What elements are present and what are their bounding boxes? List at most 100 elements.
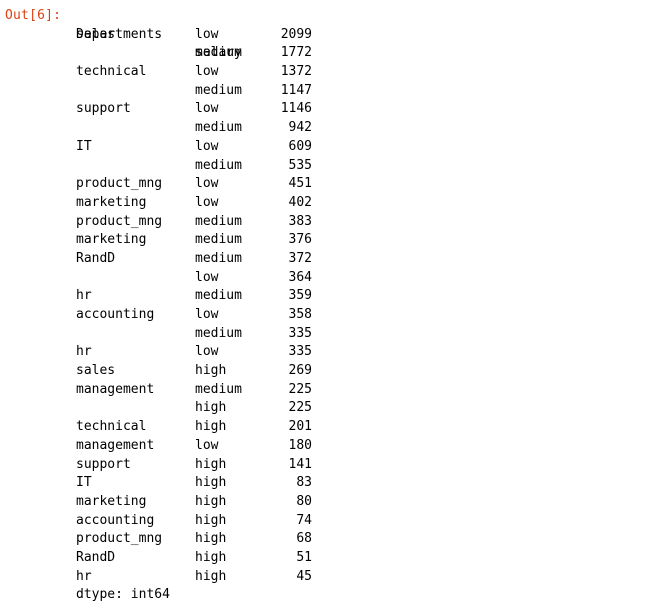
department-label: support — [76, 456, 131, 472]
salary-label: high — [195, 400, 227, 416]
salary-label: high — [195, 493, 227, 509]
series-output: Departments salary sales low 2099 medium 177… — [76, 7, 312, 605]
count-value: 359 — [288, 288, 312, 304]
salary-label: medium — [195, 381, 242, 397]
series-row: management medium 225 — [76, 381, 312, 400]
series-row: technical high 201 — [76, 418, 312, 437]
salary-label: low — [195, 176, 219, 192]
series-row: high 225 — [76, 399, 312, 418]
count-value: 364 — [288, 269, 312, 285]
count-value: 51 — [296, 549, 312, 565]
series-row: marketing low 402 — [76, 194, 312, 213]
series-row: RandD high 51 — [76, 549, 312, 568]
series-row: hr medium 359 — [76, 287, 312, 306]
department-label: support — [76, 101, 131, 117]
department-label: RandD — [76, 549, 116, 565]
salary-label: high — [195, 419, 227, 435]
series-row: medium 535 — [76, 157, 312, 176]
department-label: management — [76, 437, 155, 453]
salary-label: high — [195, 512, 227, 528]
department-label: IT — [76, 138, 92, 154]
department-label: management — [76, 381, 155, 397]
series-rows: sales low 2099 medium 1772 technical low 1372 me… — [76, 26, 312, 587]
salary-label: low — [195, 26, 219, 42]
salary-label: medium — [195, 232, 242, 248]
count-value: 2099 — [280, 26, 312, 42]
series-row: RandD medium 372 — [76, 250, 312, 269]
series-row: management low 180 — [76, 437, 312, 456]
department-label: hr — [76, 568, 92, 584]
count-value: 45 — [296, 568, 312, 584]
salary-label: low — [195, 307, 219, 322]
department-label: hr — [76, 344, 92, 360]
series-row: medium 942 — [76, 119, 312, 138]
salary-label: medium — [195, 250, 242, 266]
department-label: marketing — [76, 194, 147, 210]
salary-label: medium — [195, 157, 242, 173]
series-row: product_mng high 68 — [76, 530, 312, 549]
series-row: IT low 609 — [76, 138, 312, 157]
department-label: marketing — [76, 493, 147, 509]
salary-label: low — [195, 344, 219, 360]
count-value: 1147 — [280, 82, 312, 98]
series-row: sales high 269 — [76, 362, 312, 381]
salary-label: medium — [195, 120, 242, 136]
salary-label: high — [195, 531, 227, 547]
count-value: 68 — [296, 531, 312, 547]
salary-label: medium — [195, 288, 242, 304]
count-value: 1146 — [280, 101, 312, 117]
count-value: 74 — [296, 512, 312, 528]
count-value: 225 — [288, 381, 312, 397]
index-header-row: Departments salary — [76, 7, 242, 61]
dtype-line: dtype: int64 — [76, 587, 170, 603]
series-row: medium 335 — [76, 325, 312, 344]
series-row: hr low 335 — [76, 343, 312, 362]
department-label: technical — [76, 64, 147, 80]
count-value: 80 — [296, 493, 312, 509]
salary-label: low — [195, 101, 219, 117]
salary-label: medium — [195, 82, 242, 98]
count-value: 335 — [288, 344, 312, 360]
count-value: 358 — [288, 307, 312, 322]
count-value: 225 — [288, 400, 312, 416]
salary-label: low — [195, 64, 219, 80]
salary-label: low — [195, 269, 219, 285]
series-row: medium 1147 — [76, 82, 312, 101]
count-value: 1772 — [280, 45, 312, 61]
department-label: product_mng — [76, 176, 163, 192]
salary-label: high — [195, 456, 227, 472]
salary-label: low — [195, 194, 219, 210]
salary-label: low — [195, 138, 219, 154]
salary-label: medium — [195, 213, 242, 229]
department-label: technical — [76, 419, 147, 435]
count-value: 383 — [288, 213, 312, 229]
series-row: accounting high 74 — [76, 512, 312, 531]
count-value: 335 — [288, 325, 312, 341]
department-label: IT — [76, 475, 92, 491]
series-row: accounting low 358 — [76, 306, 312, 325]
count-value: 201 — [288, 419, 312, 435]
salary-label: medium — [195, 45, 242, 61]
series-row: marketing high 80 — [76, 493, 312, 512]
series-row: product_mng medium 383 — [76, 213, 312, 232]
department-label: product_mng — [76, 531, 163, 547]
department-label: marketing — [76, 232, 147, 248]
count-value: 1372 — [280, 64, 312, 80]
department-label: RandD — [76, 250, 116, 266]
series-row: support high 141 — [76, 456, 312, 475]
count-value: 402 — [288, 194, 312, 210]
salary-label: high — [195, 475, 227, 491]
series-row: low 364 — [76, 269, 312, 288]
department-label: product_mng — [76, 213, 163, 229]
salary-label: high — [195, 568, 227, 584]
series-row: product_mng low 451 — [76, 175, 312, 194]
salary-label: high — [195, 549, 227, 565]
count-value: 141 — [288, 456, 312, 472]
count-value: 83 — [296, 475, 312, 491]
salary-label: low — [195, 437, 219, 453]
series-row: IT high 83 — [76, 474, 312, 493]
series-row: hr high 45 — [76, 568, 312, 587]
count-value: 535 — [288, 157, 312, 173]
count-value: 942 — [288, 120, 312, 136]
count-value: 451 — [288, 176, 312, 192]
